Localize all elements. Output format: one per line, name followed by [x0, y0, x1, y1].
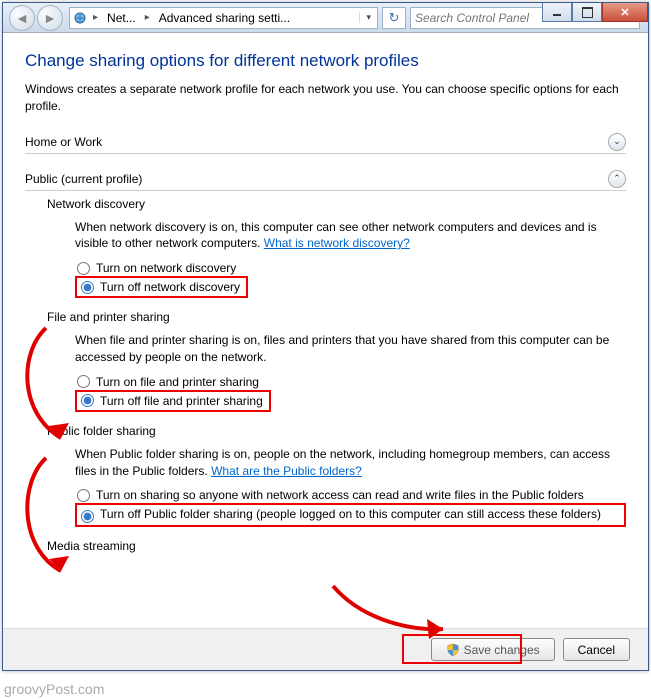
- radio-fileprint-off[interactable]: Turn off file and printer sharing: [79, 393, 265, 409]
- breadcrumb-seg-advanced-sharing[interactable]: Advanced sharing setti...: [153, 11, 296, 25]
- section-file-printer-sharing: File and printer sharing When file and p…: [47, 310, 626, 412]
- radio-publicfolder-off[interactable]: Turn off Public folder sharing (people l…: [79, 506, 620, 524]
- radio-publicfolder-on[interactable]: Turn on sharing so anyone with network a…: [75, 487, 626, 503]
- section-desc: When Public folder sharing is on, people…: [75, 446, 626, 480]
- address-bar[interactable]: ▸ Net... ▸ Advanced sharing setti... ▾: [69, 7, 378, 29]
- section-title: Media streaming: [47, 539, 626, 553]
- section-title: File and printer sharing: [47, 310, 626, 324]
- maximize-button[interactable]: [572, 3, 602, 22]
- section-media-streaming: Media streaming: [47, 539, 626, 553]
- profile-public-header[interactable]: Public (current profile) ⌃: [25, 170, 626, 191]
- chevron-down-icon[interactable]: ⌄: [608, 133, 626, 151]
- nav-back-button[interactable]: ◄: [9, 5, 35, 31]
- radio-discovery-on[interactable]: Turn on network discovery: [75, 260, 626, 276]
- breadcrumb-arrow-icon: ▸: [142, 12, 153, 23]
- radio-discovery-off[interactable]: Turn off network discovery: [79, 279, 242, 295]
- page-intro: Windows creates a separate network profi…: [25, 81, 626, 115]
- control-panel-window: ◄ ► ▸ Net... ▸ Advanced sharing setti...…: [2, 2, 649, 671]
- section-title: Network discovery: [47, 197, 626, 211]
- annotation-highlight: Turn off file and printer sharing: [75, 390, 271, 412]
- help-link-public-folders[interactable]: What are the Public folders?: [211, 464, 362, 478]
- watermark: groovyPost.com: [4, 681, 104, 697]
- network-icon: [70, 8, 90, 28]
- annotation-highlight: Turn off Public folder sharing (people l…: [75, 503, 626, 527]
- breadcrumb-arrow-icon: ▸: [90, 12, 101, 23]
- section-desc: When network discovery is on, this compu…: [75, 219, 626, 253]
- section-title: Public folder sharing: [47, 424, 626, 438]
- close-button[interactable]: [602, 3, 648, 22]
- page-title: Change sharing options for different net…: [25, 51, 626, 71]
- shield-icon: [446, 643, 460, 657]
- annotation-highlight: Turn off network discovery: [75, 276, 248, 298]
- refresh-button[interactable]: ↻: [382, 7, 406, 29]
- footer-bar: Save changes Cancel: [3, 628, 648, 670]
- section-desc: When file and printer sharing is on, fil…: [75, 332, 626, 366]
- save-changes-button[interactable]: Save changes: [431, 638, 555, 661]
- minimize-button[interactable]: [542, 3, 572, 22]
- cancel-button[interactable]: Cancel: [563, 638, 630, 661]
- section-public-folder-sharing: Public folder sharing When Public folder…: [47, 424, 626, 528]
- chevron-up-icon[interactable]: ⌃: [608, 170, 626, 188]
- breadcrumb-seg-network[interactable]: Net...: [101, 11, 142, 25]
- radio-fileprint-on[interactable]: Turn on file and printer sharing: [75, 374, 626, 390]
- titlebar: ◄ ► ▸ Net... ▸ Advanced sharing setti...…: [3, 3, 648, 33]
- profile-home-header[interactable]: Home or Work ⌄: [25, 133, 626, 154]
- profile-public-label: Public (current profile): [25, 172, 142, 186]
- section-network-discovery: Network discovery When network discovery…: [47, 197, 626, 299]
- profile-home-label: Home or Work: [25, 135, 102, 149]
- content-pane: Change sharing options for different net…: [3, 33, 648, 629]
- help-link-network-discovery[interactable]: What is network discovery?: [264, 236, 410, 250]
- address-dropdown-icon[interactable]: ▾: [359, 12, 377, 23]
- nav-forward-button[interactable]: ►: [37, 5, 63, 31]
